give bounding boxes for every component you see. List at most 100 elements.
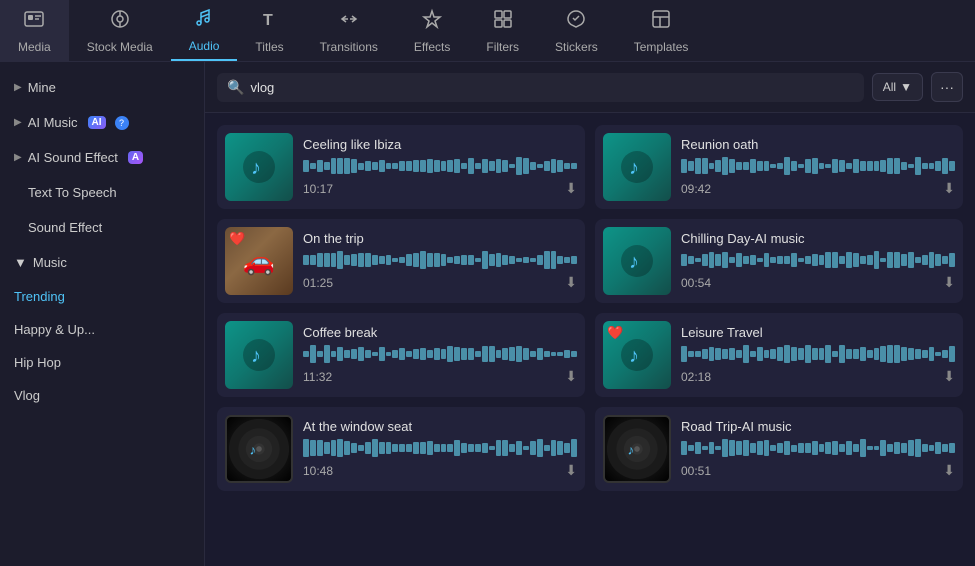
download-button[interactable]: ⬇ [943, 274, 955, 291]
download-button[interactable]: ⬇ [943, 462, 955, 479]
nav-templates[interactable]: Templates [616, 0, 707, 61]
svg-text:♪: ♪ [250, 443, 257, 458]
sidebar-item-ai-sound-effect[interactable]: ▶ AI Sound Effect A [0, 140, 204, 175]
svg-text:♪: ♪ [251, 345, 261, 367]
track-waveform [681, 156, 955, 176]
track-title: Chilling Day-AI music [681, 231, 955, 246]
nav-media-label: Media [18, 40, 51, 54]
track-info: Leisure Travel 02:18 ⬇ [681, 325, 955, 385]
sidebar-sub-vlog[interactable]: Vlog [0, 379, 204, 412]
track-footer: 00:51 ⬇ [681, 462, 955, 479]
track-duration: 11:32 [303, 370, 332, 384]
sidebar-sub-hip-hop[interactable]: Hip Hop [0, 346, 204, 379]
search-input[interactable] [250, 80, 853, 95]
nav-audio[interactable]: Audio [171, 0, 238, 61]
nav-effects-label: Effects [414, 40, 450, 54]
music-chevron-icon: ▼ [14, 255, 27, 270]
search-input-wrap[interactable]: 🔍 [217, 73, 864, 102]
track-title: Ceeling like Ibiza [303, 137, 577, 152]
media-icon [23, 8, 45, 36]
track-info: At the window seat 10:48 ⬇ [303, 419, 577, 479]
sidebar-sub-happy[interactable]: Happy & Up... [0, 313, 204, 346]
download-button[interactable]: ⬇ [565, 274, 577, 291]
sidebar-ai-sound-label: AI Sound Effect [28, 150, 118, 165]
track-card[interactable]: ♪ Reunion oath 09:42 ⬇ [595, 125, 963, 209]
main-layout: ▶ Mine ▶ AI Music AI ? ▶ AI Sound Effect… [0, 62, 975, 566]
track-info: Ceeling like Ibiza 10:17 ⬇ [303, 137, 577, 197]
nav-filters[interactable]: Filters [468, 0, 537, 61]
download-button[interactable]: ⬇ [565, 462, 577, 479]
track-title: On the trip [303, 231, 577, 246]
download-button[interactable]: ⬇ [943, 180, 955, 197]
track-waveform [681, 438, 955, 458]
sidebar-hiphop-label: Hip Hop [14, 355, 61, 370]
sidebar-sound-effect-label: Sound Effect [28, 220, 102, 235]
nav-stock-media[interactable]: Stock Media [69, 0, 171, 61]
nav-stickers-label: Stickers [555, 40, 598, 54]
sidebar: ▶ Mine ▶ AI Music AI ? ▶ AI Sound Effect… [0, 62, 205, 566]
track-thumbnail: ♪ [225, 321, 293, 389]
track-duration: 00:51 [681, 464, 711, 478]
search-bar: 🔍 All ▼ ··· [205, 62, 975, 113]
track-card[interactable]: ♪ Ceeling like Ibiza 10:17 ⬇ [217, 125, 585, 209]
track-waveform [681, 250, 955, 270]
track-card[interactable]: ♪ ❤️ Leisure Travel 02:18 ⬇ [595, 313, 963, 397]
nav-stickers[interactable]: Stickers [537, 0, 616, 61]
track-thumbnail: ♪ [603, 415, 671, 483]
track-card[interactable]: ♪ Road Trip-AI music 00:51 ⬇ [595, 407, 963, 491]
nav-titles[interactable]: T Titles [237, 0, 301, 61]
track-waveform [303, 250, 577, 270]
download-button[interactable]: ⬇ [943, 368, 955, 385]
sidebar-sub-trending[interactable]: Trending [0, 280, 204, 313]
track-thumbnail: 🚗 ❤️ [225, 227, 293, 295]
track-duration: 02:18 [681, 370, 711, 384]
ai-badge: AI [88, 116, 106, 129]
filter-label: All [883, 80, 896, 94]
more-options-button[interactable]: ··· [931, 72, 963, 102]
sidebar-item-mine[interactable]: ▶ Mine [0, 70, 204, 105]
content-area: 🔍 All ▼ ··· ♪ Ceeling like Ibiza 10:17 [205, 62, 975, 566]
track-thumbnail: ♪ [225, 133, 293, 201]
track-waveform [303, 156, 577, 176]
track-footer: 01:25 ⬇ [303, 274, 577, 291]
download-button[interactable]: ⬇ [565, 180, 577, 197]
sidebar-tts-label: Text To Speech [28, 185, 117, 200]
track-duration: 10:17 [303, 182, 333, 196]
stickers-icon [565, 8, 587, 36]
nav-audio-label: Audio [189, 39, 220, 53]
nav-media[interactable]: Media [0, 0, 69, 61]
track-thumbnail: ♪ [225, 415, 293, 483]
track-footer: 10:48 ⬇ [303, 462, 577, 479]
nav-effects[interactable]: Effects [396, 0, 468, 61]
track-footer: 11:32 ⬇ [303, 368, 577, 385]
svg-text:♪: ♪ [628, 443, 635, 458]
svg-text:T: T [263, 12, 273, 29]
mine-chevron-icon: ▶ [14, 82, 22, 93]
sidebar-item-text-to-speech[interactable]: Text To Speech [0, 175, 204, 210]
sidebar-item-music[interactable]: ▼ Music [0, 245, 204, 280]
ai-music-chevron-icon: ▶ [14, 117, 22, 128]
track-footer: 02:18 ⬇ [681, 368, 955, 385]
filter-button[interactable]: All ▼ [872, 73, 923, 101]
sidebar-ai-music-label: AI Music [28, 115, 78, 130]
track-card[interactable]: 🚗 ❤️ On the trip 01:25 ⬇ [217, 219, 585, 303]
sidebar-item-ai-music[interactable]: ▶ AI Music AI ? [0, 105, 204, 140]
nav-transitions-label: Transitions [320, 40, 378, 54]
download-button[interactable]: ⬇ [565, 368, 577, 385]
track-title: Road Trip-AI music [681, 419, 955, 434]
track-title: Leisure Travel [681, 325, 955, 340]
track-duration: 09:42 [681, 182, 711, 196]
svg-text:♪: ♪ [629, 157, 639, 179]
sidebar-trending-label: Trending [14, 289, 65, 304]
track-duration: 01:25 [303, 276, 333, 290]
ai-sound-chevron-icon: ▶ [14, 152, 22, 163]
track-card[interactable]: ♪ Coffee break 11:32 ⬇ [217, 313, 585, 397]
titles-icon: T [259, 8, 281, 36]
track-card[interactable]: ♪ Chilling Day-AI music 00:54 ⬇ [595, 219, 963, 303]
sidebar-item-sound-effect[interactable]: Sound Effect [0, 210, 204, 245]
track-card[interactable]: ♪ At the window seat 10:48 ⬇ [217, 407, 585, 491]
nav-transitions[interactable]: Transitions [302, 0, 396, 61]
track-footer: 10:17 ⬇ [303, 180, 577, 197]
filter-chevron-icon: ▼ [900, 80, 912, 94]
svg-text:♪: ♪ [629, 345, 639, 367]
